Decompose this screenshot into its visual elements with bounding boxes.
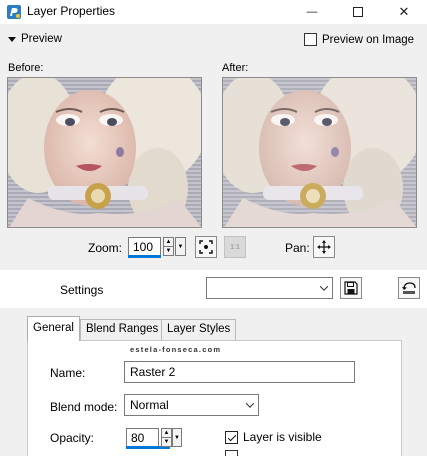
preview-toggle-label: Preview [21,33,62,45]
opacity-label: Opacity: [50,431,95,445]
close-button[interactable]: ✕ [381,0,427,24]
zoom-dropdown-arrow[interactable]: ▼ [175,237,186,256]
preview-on-image-label: Preview on Image [322,33,415,46]
chevron-down-icon: ▼ [177,243,184,250]
layer-name-input[interactable]: Raster 2 [124,361,355,383]
zoom-spinner[interactable]: ▲ ▼ [163,237,174,256]
maximize-icon [353,7,363,17]
collapse-triangle-icon [8,36,16,42]
pan-move-icon [317,240,331,254]
minimize-icon: — [306,6,318,18]
checkbox-box[interactable] [225,430,238,444]
minimize-button[interactable]: — [289,0,335,24]
blend-mode-value: Normal [130,398,169,412]
reset-icon [402,282,416,294]
opacity-spinner[interactable]: ▲ ▼ [161,428,172,447]
lock-checkbox-partial[interactable] [225,450,238,456]
tab-blend-ranges[interactable]: Blend Ranges [80,319,165,340]
watermark-text: estela-fonseca.com [130,345,222,354]
preview-on-image-checkbox[interactable]: Preview on Image [304,33,414,46]
preview-toggle[interactable]: Preview [8,33,62,45]
zoom-input[interactable]: 100 [128,237,161,256]
tab-layer-styles[interactable]: Layer Styles [161,319,237,340]
before-label: Before: [8,62,44,74]
zoom-label: Zoom: [88,241,123,255]
layer-visible-checkbox[interactable]: Layer is visible [225,430,322,444]
opacity-dropdown-arrow[interactable]: ▼ [172,428,182,447]
after-preview-image[interactable] [222,77,417,228]
after-label: After: [222,62,249,74]
zoom-fit-icon [199,240,213,254]
spin-down-icon[interactable]: ▼ [164,246,173,255]
reset-defaults-button[interactable] [398,277,420,299]
name-label: Name: [50,366,86,380]
app-icon [6,4,22,20]
layer-visible-label: Layer is visible [243,430,322,444]
opacity-input[interactable]: 80 [126,428,159,447]
pan-label: Pan: [285,241,310,255]
spin-down-icon[interactable]: ▼ [162,437,171,446]
preset-dropdown[interactable] [206,277,333,299]
window-title: Layer Properties [27,4,116,18]
zoom-to-fit-button[interactable] [195,236,217,258]
chevron-down-icon: ▼ [174,434,180,441]
chevron-down-icon [316,278,332,298]
chevron-down-icon [242,395,258,415]
save-disk-icon [344,281,358,295]
blend-mode-label: Blend mode: [50,400,118,414]
before-preview-image[interactable] [7,77,202,228]
tab-general[interactable]: General [27,316,80,341]
close-icon: ✕ [398,4,410,19]
checkbox-box[interactable] [304,33,317,46]
actual-size-icon: 1:1 [230,243,240,251]
save-preset-button[interactable] [340,277,362,299]
zoom-focus-underline [128,255,161,258]
maximize-button[interactable] [335,0,381,24]
pan-button[interactable] [313,236,335,258]
blend-mode-dropdown[interactable]: Normal [124,394,259,416]
zoom-100-button[interactable]: 1:1 [224,236,246,258]
spin-up-icon[interactable]: ▲ [164,238,173,246]
spin-up-icon[interactable]: ▲ [162,429,171,437]
settings-label: Settings [60,283,104,297]
